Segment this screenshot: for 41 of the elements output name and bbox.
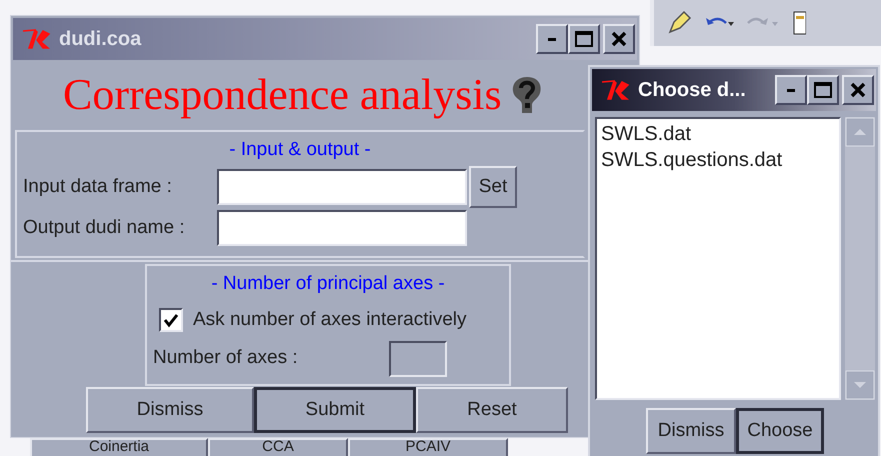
text-field[interactable] xyxy=(217,210,467,246)
close-button[interactable] xyxy=(603,24,635,54)
feather-logo-icon xyxy=(600,79,630,101)
frame-legend: - Number of principal axes - xyxy=(211,272,445,296)
tab[interactable]: Coinertia xyxy=(30,438,208,456)
file-list[interactable]: SWLS.dat SWLS.questions.dat xyxy=(595,117,841,400)
dialog-heading: Correspondence analysis xyxy=(63,73,502,117)
tab[interactable]: CCA xyxy=(208,438,348,456)
dialog-button[interactable]: Dismiss xyxy=(646,408,736,454)
pencil-icon[interactable] xyxy=(666,10,692,36)
maximize-button[interactable] xyxy=(568,24,600,54)
list-item[interactable]: SWLS.questions.dat xyxy=(601,147,839,173)
dialog-button[interactable]: Choose xyxy=(736,408,824,454)
field-label: Number of axes : xyxy=(153,346,299,370)
maximize-icon xyxy=(575,31,593,47)
minimize-icon xyxy=(548,38,556,40)
minimize-button[interactable] xyxy=(775,75,807,105)
checkmark-icon xyxy=(163,312,179,328)
close-button[interactable] xyxy=(842,75,874,105)
maximize-icon xyxy=(814,82,832,98)
dialog-button[interactable]: Reset xyxy=(416,387,568,433)
checkbox[interactable] xyxy=(159,308,183,332)
dialog-button[interactable]: Dismiss xyxy=(86,387,254,433)
close-icon xyxy=(611,31,627,47)
close-icon xyxy=(850,82,866,98)
minimize-button[interactable] xyxy=(536,24,568,54)
window-title: dudi.coa xyxy=(59,27,142,52)
frame-legend: - Input & output - xyxy=(229,138,371,162)
field-label: Output dudi name : xyxy=(22,216,186,240)
minimize-icon xyxy=(787,88,795,92)
field-label: Input data frame : xyxy=(22,174,173,199)
window-title: Choose d... xyxy=(638,78,746,103)
set-button[interactable]: Set xyxy=(469,166,517,208)
feather-logo-icon xyxy=(21,28,51,50)
text-field[interactable] xyxy=(217,169,467,205)
document-icon[interactable] xyxy=(792,10,806,36)
list-item[interactable]: SWLS.dat xyxy=(601,121,839,147)
checkbox-label: Ask number of axes interactively xyxy=(193,308,467,332)
maximize-button[interactable] xyxy=(807,75,839,105)
dialog-button[interactable]: Submit xyxy=(254,387,416,433)
tab[interactable]: PCAIV xyxy=(348,438,508,456)
